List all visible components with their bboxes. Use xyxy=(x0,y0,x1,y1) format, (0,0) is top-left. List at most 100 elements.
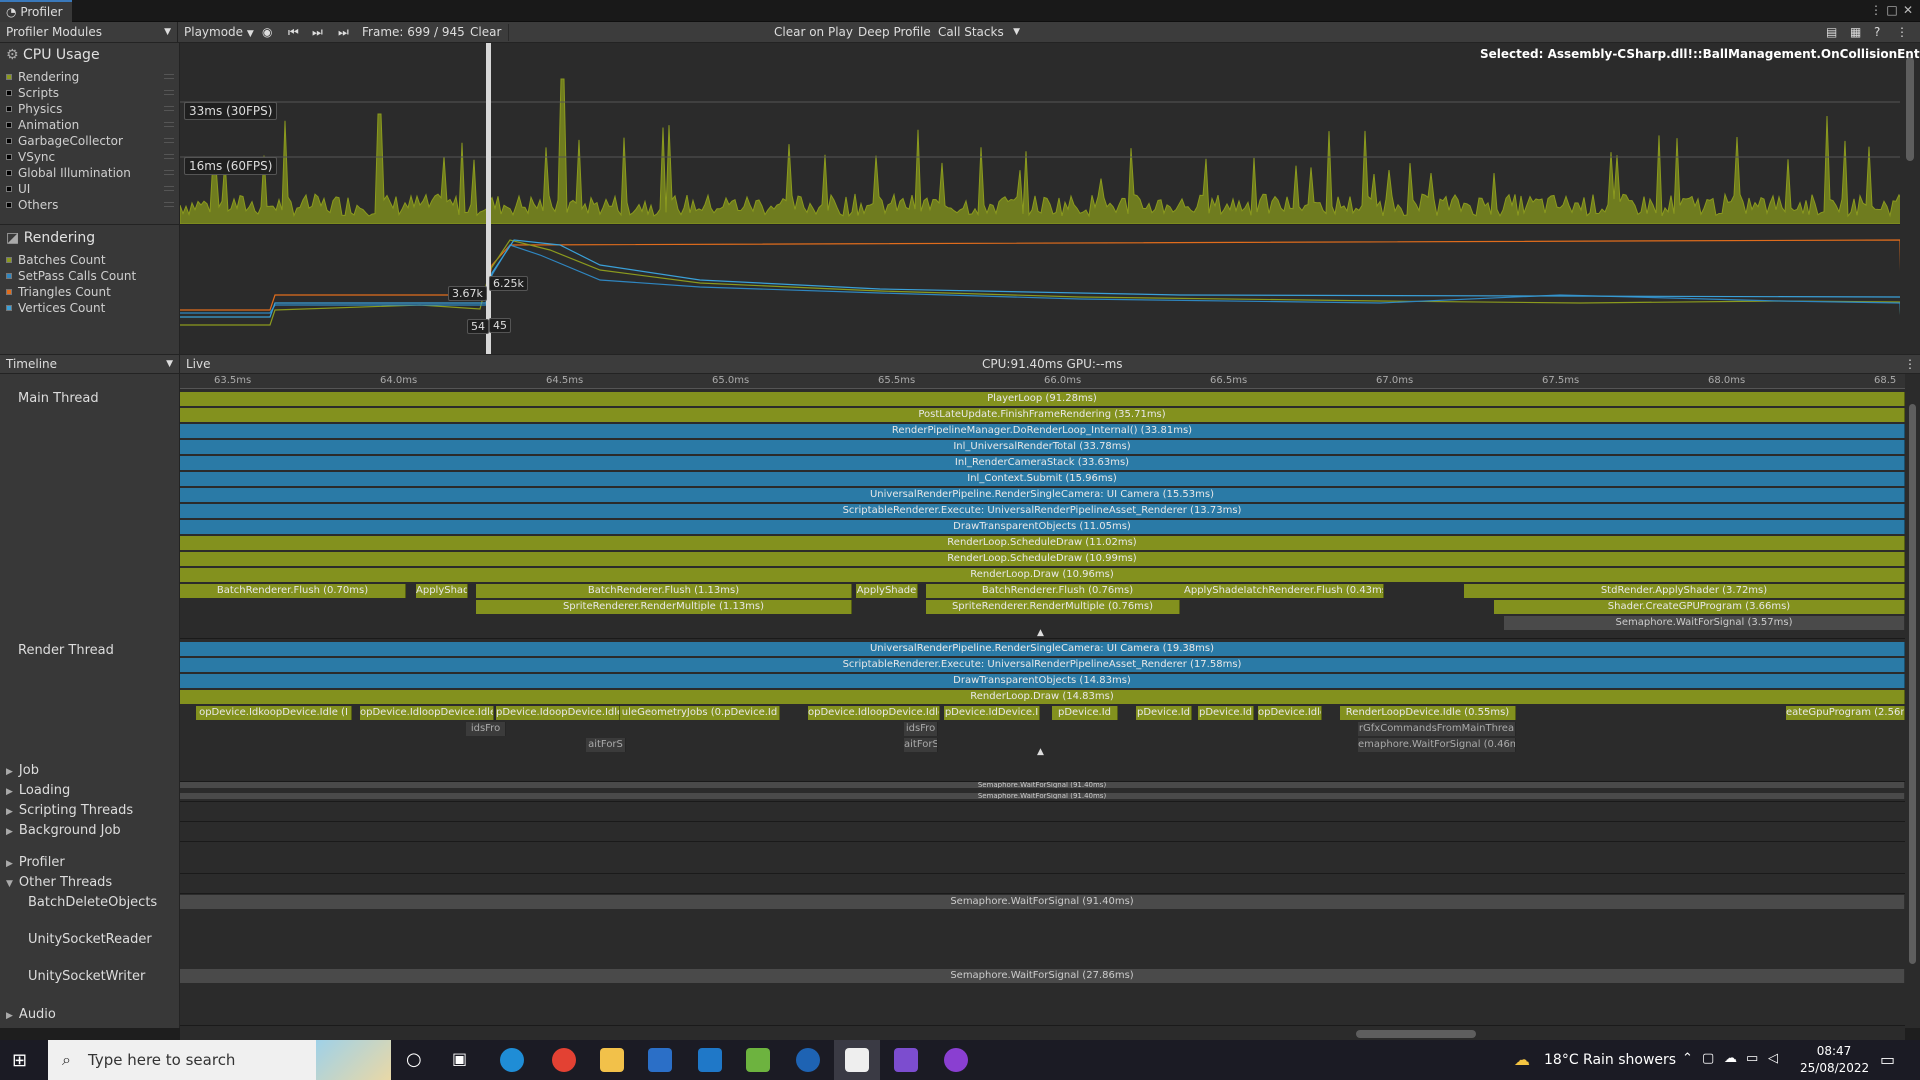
chrome-icon[interactable] xyxy=(552,1048,576,1072)
sample-bar[interactable]: opDevice.Idle xyxy=(1258,706,1322,720)
help-icon[interactable]: ? xyxy=(1868,22,1886,43)
app-w-icon[interactable] xyxy=(796,1048,820,1072)
cpu-legend-row[interactable]: Others xyxy=(0,197,180,213)
camera-icon[interactable]: ▢ xyxy=(1702,1051,1714,1066)
app-purple-icon[interactable] xyxy=(944,1048,968,1072)
cpu-legend-row[interactable]: Global Illumination xyxy=(0,165,180,181)
mail-icon[interactable] xyxy=(698,1048,722,1072)
call-stacks-dropdown[interactable]: Call Stacks ▼ xyxy=(932,22,1024,43)
sample-bar[interactable]: Inl_RenderCameraStack (33.63ms) xyxy=(180,456,1905,470)
sample-bar[interactable]: UniversalRenderPipeline.RenderSingleCame… xyxy=(180,488,1905,502)
sample-bar[interactable]: RenderLoopDevice.Idle (0.55ms) xyxy=(1340,706,1516,720)
cpu-legend-row[interactable]: VSync xyxy=(0,149,180,165)
rendering-chart-scrollbar[interactable] xyxy=(1900,224,1920,354)
rendering-module-panel[interactable]: ◪ Rendering Batches Count SetPass Calls C… xyxy=(0,224,180,354)
sample-bar[interactable]: RenderLoop.ScheduleDraw (10.99ms) xyxy=(180,552,1905,566)
clear-on-play-button[interactable]: Clear on Play xyxy=(768,22,859,43)
scrollbar-thumb[interactable] xyxy=(1909,404,1916,964)
drag-handle-icon[interactable] xyxy=(164,122,174,127)
sample-bar[interactable]: StdRender.ApplyShader (3.72ms) xyxy=(1464,584,1905,598)
sample-bar[interactable]: DrawTransparentObjects (11.05ms) xyxy=(180,520,1905,534)
sample-bar[interactable]: uleGeometryJobs (0.pDevice.Id xyxy=(620,706,780,720)
drag-handle-icon[interactable] xyxy=(164,106,174,111)
notifications-icon[interactable]: ▭ xyxy=(1880,1050,1895,1069)
clock-date[interactable]: 25/08/2022 xyxy=(1800,1061,1869,1075)
thread-group-toggle[interactable]: ▶ Background Job xyxy=(6,823,121,838)
sample-bar[interactable]: Semaphore.WaitForSignal (91.40ms) xyxy=(180,793,1905,799)
timeline-vertical-scrollbar[interactable] xyxy=(1905,374,1920,1028)
network-icon[interactable]: ▭ xyxy=(1746,1051,1758,1066)
sample-bar[interactable]: pDevice.IdDevice.I xyxy=(944,706,1040,720)
deep-profile-button[interactable]: Deep Profile xyxy=(852,22,937,43)
cpu-legend-row[interactable]: Physics xyxy=(0,101,180,117)
thread-group-toggle[interactable]: ▼ Other Threads xyxy=(6,875,112,890)
more-options-icon[interactable]: ⋮ xyxy=(1898,354,1920,374)
sample-bar[interactable]: RenderLoop.ScheduleDraw (11.02ms) xyxy=(180,536,1905,550)
close-icon[interactable]: ✕ xyxy=(1900,2,1916,18)
save-icon[interactable]: ▦ xyxy=(1844,22,1867,43)
next-frame-button[interactable]: ⏭ xyxy=(306,22,328,43)
cpu-legend-row[interactable]: GarbageCollector xyxy=(0,133,180,149)
weather-text[interactable]: 18°C Rain showers xyxy=(1544,1052,1676,1068)
view-mode-dropdown[interactable]: Timeline ▼ xyxy=(0,354,180,374)
more-options-icon[interactable]: ⋮ xyxy=(1890,22,1914,43)
drag-handle-icon[interactable] xyxy=(164,90,174,95)
sample-bar[interactable]: pDevice.IdoopDevice.Idle xyxy=(496,706,620,720)
thread-group-toggle[interactable]: ▶ Job xyxy=(6,763,39,778)
sample-bar[interactable]: Semaphore.WaitForSignal (27.86ms) xyxy=(180,969,1905,983)
cpu-chart-scrollbar[interactable] xyxy=(1900,43,1920,224)
edge-icon[interactable] xyxy=(500,1048,524,1072)
live-toggle[interactable]: Live xyxy=(180,354,217,374)
sample-bar[interactable]: SpriteRenderer.RenderMultiple (1.13ms) xyxy=(476,600,852,614)
playmode-dropdown[interactable]: Playmode ▼ xyxy=(178,22,254,43)
sample-bar[interactable]: Inl_UniversalRenderTotal (33.78ms) xyxy=(180,440,1905,454)
drag-handle-icon[interactable] xyxy=(164,154,174,159)
sample-bar[interactable]: ApplyShad xyxy=(416,584,468,598)
sample-bar[interactable]: ScriptableRenderer.Execute: UniversalRen… xyxy=(180,504,1905,518)
sample-bar[interactable]: BatchRenderer.Flush (1.13ms) xyxy=(476,584,852,598)
thread-group-toggle[interactable]: ▶ Profiler xyxy=(6,855,65,870)
sample-bar[interactable]: pDevice.Id xyxy=(1052,706,1118,720)
sample-bar[interactable]: BatchRenderer.Flush (0.76ms) xyxy=(926,584,1190,598)
sample-bar[interactable]: idsFro xyxy=(466,722,506,736)
sample-bar[interactable]: opDevice.IdkoopDevice.Idle (I xyxy=(196,706,352,720)
clear-button[interactable]: Clear xyxy=(464,22,507,43)
drag-handle-icon[interactable] xyxy=(164,74,174,79)
cpu-usage-module-panel[interactable]: ⚙ CPU Usage Rendering Scripts Physics Anima… xyxy=(0,43,180,224)
windows-start-icon[interactable]: ⊞ xyxy=(12,1050,34,1072)
drag-handle-icon[interactable] xyxy=(164,138,174,143)
sample-bar[interactable]: emaphore.WaitForSignal (0.46m xyxy=(1358,738,1516,752)
timeline-horizontal-scrollbar[interactable] xyxy=(180,1028,1905,1040)
record-button[interactable]: ◉ xyxy=(256,22,278,43)
last-frame-button[interactable]: ⏭ xyxy=(332,22,354,43)
chevron-up-icon[interactable]: ⌃ xyxy=(1682,1051,1693,1066)
first-frame-button[interactable]: ⏮ xyxy=(282,22,304,43)
cpu-legend-row[interactable]: Scripts xyxy=(0,85,180,101)
sample-bar[interactable]: BatchRenderer.Flush (0.70ms) xyxy=(180,584,406,598)
cpu-legend-row[interactable]: Rendering xyxy=(0,69,180,85)
sample-bar[interactable]: pDevice.Id xyxy=(1198,706,1254,720)
notepad-icon[interactable] xyxy=(746,1048,770,1072)
drag-handle-icon[interactable] xyxy=(164,186,174,191)
sample-bar[interactable]: eateGpuProgram (2.56m xyxy=(1786,706,1905,720)
sample-bar[interactable]: aitForS xyxy=(586,738,626,752)
sample-bar[interactable]: UniversalRenderPipeline.RenderSingleCame… xyxy=(180,642,1905,656)
sample-bar[interactable]: ScriptableRenderer.Execute: UniversalRen… xyxy=(180,658,1905,672)
cpu-usage-chart[interactable] xyxy=(179,43,1906,225)
cpu-legend-row[interactable]: UI xyxy=(0,181,180,197)
sample-bar[interactable]: Shader.CreateGPUProgram (3.66ms) xyxy=(1494,600,1905,614)
file-explorer-icon[interactable] xyxy=(600,1048,624,1072)
time-ruler[interactable]: 63.5ms 64.0ms 64.5ms 65.0ms 65.5ms 66.0ms 66.5… xyxy=(180,374,1905,389)
frame-selection-cursor[interactable] xyxy=(486,43,491,354)
maximize-icon[interactable]: □ xyxy=(1884,2,1900,18)
sample-bar[interactable]: SpriteRenderer.RenderMultiple (0.76ms) xyxy=(926,600,1180,614)
sample-bar[interactable]: rGfxCommandsFromMainThrea xyxy=(1358,722,1516,736)
drag-handle-icon[interactable] xyxy=(164,202,174,207)
render-legend-row[interactable]: Batches Count xyxy=(0,252,180,268)
profiler-tab[interactable]: ◔ Profiler xyxy=(0,0,72,22)
visual-studio-icon[interactable] xyxy=(894,1048,918,1072)
store-icon[interactable] xyxy=(648,1048,672,1072)
render-legend-row[interactable]: Triangles Count xyxy=(0,284,180,300)
cpu-legend-row[interactable]: Animation xyxy=(0,117,180,133)
sample-bar[interactable]: Semaphore.WaitForSignal (91.40ms) xyxy=(180,782,1905,788)
